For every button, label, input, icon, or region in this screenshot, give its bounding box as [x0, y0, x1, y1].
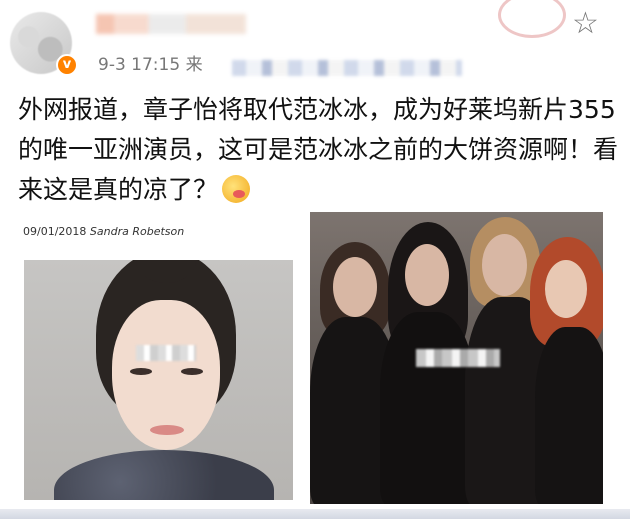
portrait-photo — [24, 260, 293, 500]
blurred-username[interactable] — [96, 14, 246, 34]
person-head — [405, 244, 449, 306]
verified-badge-icon: v — [56, 54, 78, 76]
left-image[interactable]: 09/01/2018 Sandra Robetson — [18, 215, 301, 505]
caption-author: Sandra Robetson — [89, 225, 185, 238]
lips-shape — [150, 425, 184, 435]
fur-collar-shape — [54, 450, 274, 500]
blurred-patch — [136, 345, 196, 361]
person-body — [535, 327, 603, 504]
post-time: 9-3 17:15 — [98, 55, 181, 75]
person-head — [333, 257, 377, 317]
group-photo[interactable] — [310, 212, 603, 504]
left-eye-shape — [130, 368, 152, 375]
person-head — [545, 260, 587, 318]
post-source: 来 — [185, 55, 203, 75]
right-eye-shape — [181, 368, 203, 375]
blurred-patch — [416, 349, 500, 367]
post-header: v 9-3 17:15 来 ☆ — [0, 0, 630, 90]
caption-date: 09/01/2018 — [23, 225, 87, 238]
star-outline-icon[interactable]: ☆ — [572, 8, 604, 40]
blurred-source — [232, 60, 462, 76]
post-body: 外网报道，章子怡将取代范冰冰，成为好莱坞新片355的唯一亚洲演员，这可是范冰冰之… — [18, 90, 618, 210]
post-text: 外网报道，章子怡将取代范冰冰，成为好莱坞新片355的唯一亚洲演员，这可是范冰冰之… — [18, 95, 619, 204]
image-caption: 09/01/2018 Sandra Robetson — [23, 225, 184, 238]
person-body — [380, 312, 475, 504]
yummy-emoji-icon — [222, 175, 251, 203]
seal-watermark — [498, 0, 566, 38]
person-head — [482, 234, 527, 296]
bottom-toolbar-edge — [0, 509, 630, 519]
post-meta: 9-3 17:15 来 — [98, 50, 203, 75]
